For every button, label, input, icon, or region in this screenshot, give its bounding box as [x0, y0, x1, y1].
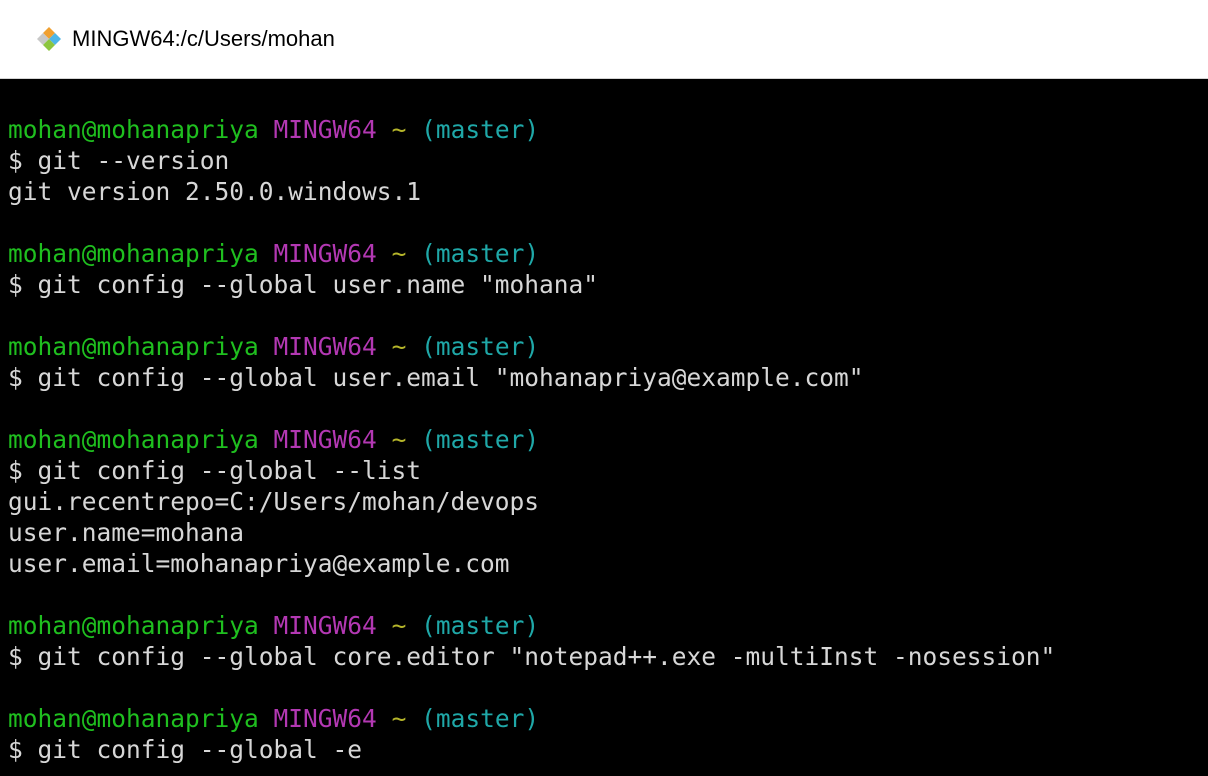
prompt-branch: (master): [421, 704, 540, 733]
prompt-line: mohan@mohanapriya MINGW64 ~ (master): [8, 610, 1208, 641]
prompt-shell: MINGW64: [273, 425, 377, 454]
terminal-window: MINGW64:/c/Users/mohan mohan@mohanapriya…: [0, 0, 1208, 776]
output-line: user.name=mohana: [8, 518, 245, 547]
command-row: $ git config --global core.editor "notep…: [8, 641, 1208, 672]
git-bash-icon: [34, 24, 64, 54]
prompt-branch: (master): [421, 425, 540, 454]
prompt-user: mohan@mohanapriya: [8, 332, 259, 361]
prompt-line: mohan@mohanapriya MINGW64 ~ (master): [8, 703, 1208, 734]
command-row: $ git config --global --list: [8, 455, 1208, 486]
prompt-shell: MINGW64: [273, 115, 377, 144]
prompt-line: mohan@mohanapriya MINGW64 ~ (master): [8, 238, 1208, 269]
command-line: $ git config --global core.editor "notep…: [8, 642, 1056, 671]
prompt-branch: (master): [421, 115, 540, 144]
command-line: $ git --version: [8, 146, 230, 175]
command-row: $ git config --global user.email "mohana…: [8, 362, 1208, 393]
command-line: $ git config --global user.email "mohana…: [8, 363, 864, 392]
output-line: user.email=mohanapriya@example.com: [8, 549, 510, 578]
prompt-branch: (master): [421, 332, 540, 361]
command-row: $ git config --global -e: [8, 734, 1208, 765]
prompt-line: mohan@mohanapriya MINGW64 ~ (master): [8, 114, 1208, 145]
prompt-path: ~: [391, 704, 407, 733]
prompt-line: mohan@mohanapriya MINGW64 ~ (master): [8, 424, 1208, 455]
prompt-path: ~: [391, 115, 407, 144]
output-line: gui.recentrepo=C:/Users/mohan/devops: [8, 487, 540, 516]
command-row: $ git config --global user.name "mohana": [8, 269, 1208, 300]
prompt-user: mohan@mohanapriya: [8, 704, 259, 733]
prompt-shell: MINGW64: [273, 611, 377, 640]
prompt-path: ~: [391, 611, 407, 640]
command-row: $ git --version: [8, 145, 1208, 176]
command-line: $ git config --global --list: [8, 456, 422, 485]
prompt-path: ~: [391, 239, 407, 268]
output-row: user.email=mohanapriya@example.com: [8, 548, 1208, 579]
output-row: user.name=mohana: [8, 517, 1208, 548]
terminal-output[interactable]: mohan@mohanapriya MINGW64 ~ (master) $ gi…: [0, 79, 1208, 776]
prompt-user: mohan@mohanapriya: [8, 115, 259, 144]
output-row: git version 2.50.0.windows.1: [8, 176, 1208, 207]
prompt-shell: MINGW64: [273, 704, 377, 733]
output-line: git version 2.50.0.windows.1: [8, 177, 422, 206]
title-bar[interactable]: MINGW64:/c/Users/mohan: [0, 0, 1208, 79]
command-line: $ git config --global -e: [8, 735, 363, 764]
prompt-line: mohan@mohanapriya MINGW64 ~ (master): [8, 331, 1208, 362]
prompt-path: ~: [391, 425, 407, 454]
prompt-branch: (master): [421, 239, 540, 268]
prompt-user: mohan@mohanapriya: [8, 611, 259, 640]
output-row: gui.recentrepo=C:/Users/mohan/devops: [8, 486, 1208, 517]
prompt-path: ~: [391, 332, 407, 361]
prompt-branch: (master): [421, 611, 540, 640]
prompt-shell: MINGW64: [273, 239, 377, 268]
prompt-shell: MINGW64: [273, 332, 377, 361]
command-line: $ git config --global user.name "mohana": [8, 270, 599, 299]
window-title: MINGW64:/c/Users/mohan: [72, 26, 335, 51]
prompt-user: mohan@mohanapriya: [8, 425, 259, 454]
prompt-user: mohan@mohanapriya: [8, 239, 259, 268]
